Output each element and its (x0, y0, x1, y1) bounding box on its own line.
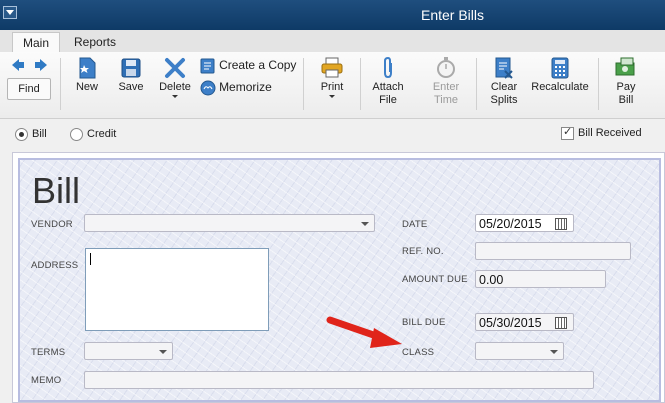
print-label: Print (320, 81, 344, 93)
clear-splits-button[interactable]: Clear Splits (484, 57, 524, 107)
attach-file-button[interactable]: Attach File (368, 57, 408, 107)
new-document-icon (79, 57, 96, 79)
tab-reports[interactable]: Reports (64, 32, 126, 52)
stopwatch-icon (437, 57, 455, 78)
memorize-button[interactable]: Memorize (200, 80, 272, 96)
attach-label-2: File (379, 94, 397, 106)
bill-received-checkbox[interactable] (561, 125, 574, 140)
amount-due-label: AMOUNT DUE (402, 274, 468, 285)
delete-label: Delete (159, 81, 191, 93)
credit-radio-label: Credit (87, 128, 117, 140)
bill-form: Bill VENDOR ADDRESS TERMS MEMO DATE 05/2… (18, 158, 661, 402)
new-label: New (75, 81, 98, 93)
bill-radio-label: Bill (32, 128, 47, 140)
calendar-icon[interactable] (555, 317, 567, 329)
window-title: Enter Bills (420, 7, 485, 23)
pay-bill-button[interactable]: Pay Bill (607, 57, 645, 107)
bill-radio[interactable] (15, 128, 28, 141)
save-button[interactable]: Save (114, 57, 148, 93)
ref-no-label: REF. NO. (402, 246, 444, 257)
memorize-label: Memorize (219, 80, 272, 94)
ref-no-input[interactable] (475, 242, 631, 260)
clear-splits-label-2: Splits (490, 94, 518, 106)
bill-due-value: 05/30/2015 (479, 316, 542, 330)
enter-time-button[interactable]: Enter Time (426, 57, 466, 107)
bill-due-label: BILL DUE (402, 317, 446, 328)
calculator-icon (551, 57, 569, 79)
create-copy-button[interactable]: Create a Copy (200, 58, 296, 74)
new-button[interactable]: New (70, 57, 104, 93)
amount-due-input[interactable]: 0.00 (475, 270, 606, 288)
save-disk-icon (121, 58, 141, 78)
memo-label: MEMO (31, 375, 62, 386)
chevron-down-icon (550, 350, 558, 354)
calendar-icon[interactable] (555, 218, 567, 230)
memo-input[interactable] (84, 371, 594, 389)
date-label: DATE (402, 219, 428, 230)
nav-arrows (12, 59, 47, 71)
bill-form-frame: Bill VENDOR ADDRESS TERMS MEMO DATE 05/2… (12, 152, 665, 403)
print-button[interactable]: Print (314, 57, 350, 98)
find-button[interactable]: Find (7, 78, 51, 100)
tab-main[interactable]: Main (12, 32, 61, 53)
next-arrow-icon (35, 59, 47, 71)
save-label: Save (118, 81, 144, 93)
amount-due-value: 0.00 (479, 273, 504, 287)
pay-bill-label-1: Pay (616, 81, 636, 93)
address-textarea[interactable] (85, 248, 269, 331)
date-field[interactable]: 05/20/2015 (475, 214, 574, 232)
printer-icon (321, 57, 343, 78)
copy-document-icon (200, 58, 215, 74)
delete-dropdown-icon[interactable] (172, 95, 178, 98)
transaction-type-row: Bill Credit Bill Received (0, 118, 665, 152)
delete-x-icon (165, 58, 185, 78)
address-label: ADDRESS (31, 260, 79, 271)
pay-bill-icon (615, 57, 635, 76)
bill-received-label: Bill Received (578, 127, 642, 139)
text-cursor (90, 253, 91, 265)
vendor-label: VENDOR (31, 219, 73, 230)
title-bar: Enter Bills (0, 0, 665, 30)
delete-button[interactable]: Delete (156, 57, 194, 98)
memorize-cloud-icon (200, 80, 216, 96)
form-title: Bill (32, 170, 81, 211)
enter-time-label-2: Time (433, 94, 459, 106)
enter-time-label-1: Enter (432, 81, 460, 93)
terms-dropdown[interactable] (84, 342, 173, 360)
pay-bill-label-2: Bill (618, 94, 634, 106)
toolbar: Find New Save Delete Create a Copy Memor… (0, 52, 665, 119)
class-dropdown[interactable] (475, 342, 564, 360)
paperclip-icon (384, 57, 392, 79)
recalculate-button[interactable]: Recalculate (530, 57, 590, 93)
credit-radio[interactable] (70, 128, 83, 141)
chevron-down-icon (361, 222, 369, 226)
previous-arrow-icon (12, 59, 24, 71)
date-value: 05/20/2015 (479, 217, 542, 231)
recalculate-label: Recalculate (531, 81, 589, 93)
vendor-dropdown[interactable] (84, 214, 375, 232)
print-dropdown-icon[interactable] (329, 95, 335, 98)
annotation-arrow-icon (326, 316, 402, 348)
bill-due-field[interactable]: 05/30/2015 (475, 313, 574, 331)
chevron-down-icon (159, 350, 167, 354)
clear-splits-icon (495, 57, 513, 79)
ribbon-tabs: Main Reports (0, 30, 665, 53)
create-copy-label: Create a Copy (219, 58, 297, 72)
terms-label: TERMS (31, 347, 66, 358)
attach-label-1: Attach (372, 81, 404, 93)
clear-splits-label-1: Clear (490, 81, 518, 93)
